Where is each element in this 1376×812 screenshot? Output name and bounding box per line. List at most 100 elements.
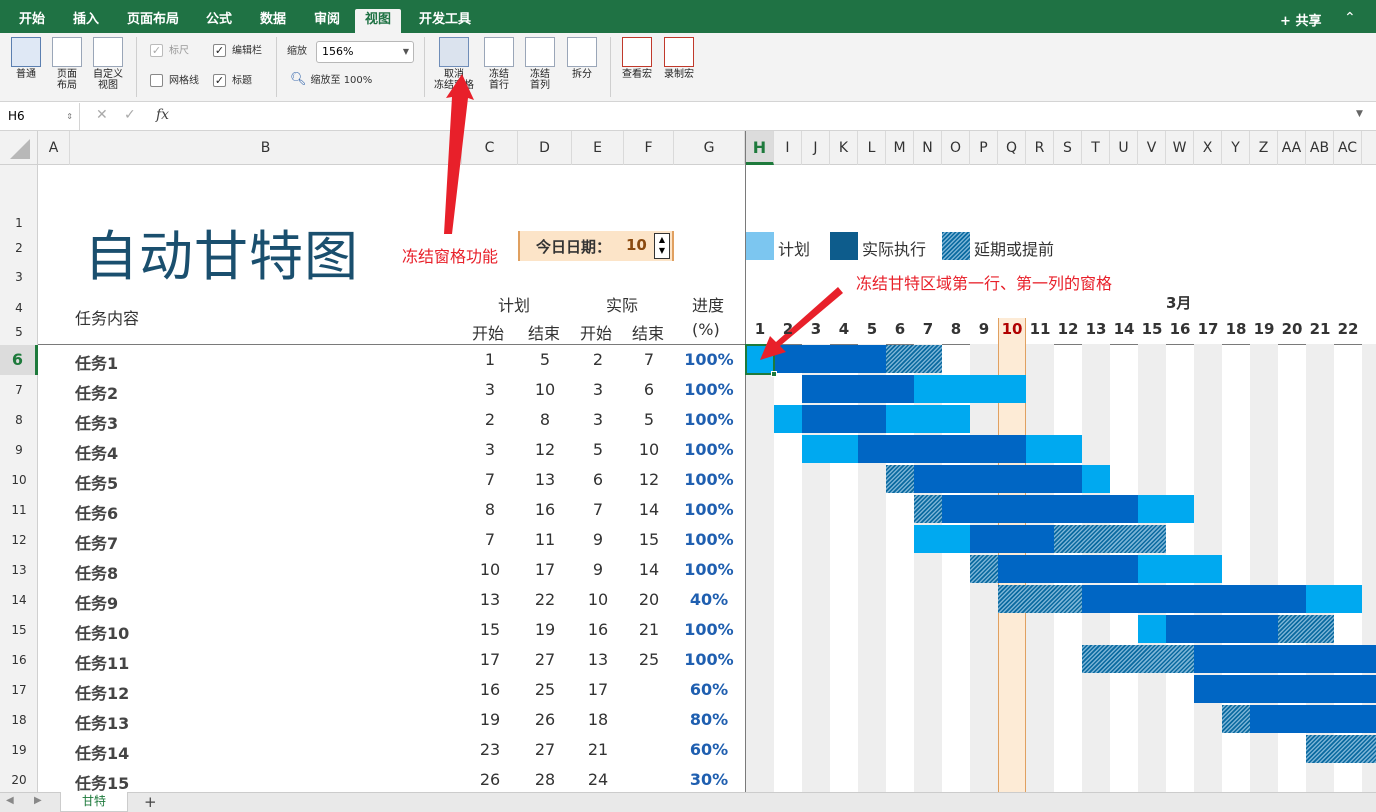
row-header[interactable]: 10 [0, 465, 38, 495]
row-header[interactable]: 18 [0, 705, 38, 735]
column-header[interactable]: D [518, 131, 572, 165]
progress-cell[interactable]: 60% [680, 740, 738, 759]
today-spin-button[interactable]: ▲ ▼ [654, 233, 670, 259]
plan-start-cell[interactable]: 7 [465, 470, 515, 489]
column-header[interactable]: F [624, 131, 674, 165]
task-name-cell[interactable]: 任务8 [75, 560, 118, 584]
task-name-cell[interactable]: 任务5 [75, 470, 118, 494]
normal-view-button[interactable]: 普通 [6, 37, 46, 80]
name-box[interactable]: H6 ⇕ [0, 103, 80, 130]
column-header[interactable]: AA [1278, 131, 1306, 165]
collapse-ribbon-icon[interactable]: ⌃ [1344, 10, 1356, 26]
plan-start-cell[interactable]: 10 [465, 560, 515, 579]
row-header[interactable]: 12 [0, 525, 38, 555]
actual-start-cell[interactable]: 3 [573, 410, 623, 429]
share-button[interactable]: + 共享 [1280, 10, 1321, 29]
column-header[interactable]: R [1026, 131, 1054, 165]
plan-start-cell[interactable]: 1 [465, 350, 515, 369]
task-name-cell[interactable]: 任务15 [75, 770, 129, 794]
plan-end-cell[interactable]: 27 [520, 740, 570, 759]
plan-end-cell[interactable]: 10 [520, 380, 570, 399]
column-header[interactable]: V [1138, 131, 1166, 165]
split-button[interactable]: 拆分 [565, 37, 599, 80]
row-header[interactable]: 16 [0, 645, 38, 675]
task-name-cell[interactable]: 任务3 [75, 410, 118, 434]
actual-end-cell[interactable]: 14 [624, 560, 674, 579]
plan-start-cell[interactable]: 3 [465, 440, 515, 459]
actual-end-cell[interactable]: 10 [624, 440, 674, 459]
expand-formula-icon[interactable]: ▼ [1356, 109, 1363, 119]
plan-start-cell[interactable]: 23 [465, 740, 515, 759]
progress-cell[interactable]: 100% [680, 410, 738, 429]
tab-formulas[interactable]: 公式 [196, 9, 242, 33]
row-header[interactable]: 3 [0, 267, 38, 287]
progress-cell[interactable]: 100% [680, 470, 738, 489]
fill-handle[interactable] [771, 371, 777, 377]
column-header[interactable]: P [970, 131, 998, 165]
plan-start-cell[interactable]: 15 [465, 620, 515, 639]
ruler-checkbox[interactable]: ✓ 标尺 [150, 44, 189, 59]
cancel-icon[interactable]: ✕ [96, 107, 108, 123]
task-name-cell[interactable]: 任务12 [75, 680, 129, 704]
task-name-cell[interactable]: 任务10 [75, 620, 129, 644]
unfreeze-panes-button[interactable]: 取消 冻结窗格 [430, 37, 478, 91]
plan-end-cell[interactable]: 16 [520, 500, 570, 519]
actual-start-cell[interactable]: 18 [573, 710, 623, 729]
column-header[interactable]: Z [1250, 131, 1278, 165]
plan-end-cell[interactable]: 19 [520, 620, 570, 639]
column-header[interactable]: S [1054, 131, 1082, 165]
column-header[interactable]: C [462, 131, 518, 165]
progress-cell[interactable]: 30% [680, 770, 738, 789]
row-header[interactable]: 5 [0, 322, 38, 342]
task-name-cell[interactable]: 任务11 [75, 650, 129, 674]
actual-start-cell[interactable]: 7 [573, 500, 623, 519]
column-header[interactable]: I [774, 131, 802, 165]
row-header[interactable]: 11 [0, 495, 38, 525]
actual-start-cell[interactable]: 16 [573, 620, 623, 639]
actual-start-cell[interactable]: 9 [573, 530, 623, 549]
actual-end-cell[interactable]: 6 [624, 380, 674, 399]
column-header[interactable]: N [914, 131, 942, 165]
tab-developer[interactable]: 开发工具 [410, 9, 480, 33]
plan-end-cell[interactable]: 13 [520, 470, 570, 489]
column-header[interactable]: H [746, 131, 774, 165]
column-header[interactable]: B [70, 131, 462, 165]
freeze-first-column-button[interactable]: 冻结 首列 [523, 37, 557, 91]
actual-start-cell[interactable]: 3 [573, 380, 623, 399]
tab-home[interactable]: 开始 [8, 9, 56, 33]
column-header[interactable]: J [802, 131, 830, 165]
task-name-cell[interactable]: 任务2 [75, 380, 118, 404]
actual-start-cell[interactable]: 5 [573, 440, 623, 459]
sheet-tab-gantt[interactable]: 甘特 [60, 792, 128, 812]
progress-cell[interactable]: 80% [680, 710, 738, 729]
row-header[interactable]: 4 [0, 298, 38, 318]
column-header[interactable]: Y [1222, 131, 1250, 165]
task-name-cell[interactable]: 任务1 [75, 350, 118, 374]
row-header[interactable]: 19 [0, 735, 38, 765]
column-header[interactable]: L [858, 131, 886, 165]
column-header[interactable]: K [830, 131, 858, 165]
row-header[interactable]: 7 [0, 375, 38, 405]
actual-start-cell[interactable]: 24 [573, 770, 623, 789]
task-name-cell[interactable]: 任务9 [75, 590, 118, 614]
column-header[interactable]: Q [998, 131, 1026, 165]
column-header[interactable]: O [942, 131, 970, 165]
column-header[interactable]: U [1110, 131, 1138, 165]
freeze-top-row-button[interactable]: 冻结 首行 [482, 37, 516, 91]
progress-cell[interactable]: 100% [680, 440, 738, 459]
select-all-corner[interactable] [0, 131, 38, 165]
plan-end-cell[interactable]: 26 [520, 710, 570, 729]
actual-end-cell[interactable]: 14 [624, 500, 674, 519]
today-value[interactable]: 10 [626, 236, 647, 254]
column-header[interactable]: W [1166, 131, 1194, 165]
plan-start-cell[interactable]: 8 [465, 500, 515, 519]
column-header[interactable]: A [38, 131, 70, 165]
row-header[interactable]: 14 [0, 585, 38, 615]
progress-cell[interactable]: 100% [680, 350, 738, 369]
task-name-cell[interactable]: 任务13 [75, 710, 129, 734]
plan-end-cell[interactable]: 25 [520, 680, 570, 699]
plan-end-cell[interactable]: 27 [520, 650, 570, 669]
actual-start-cell[interactable]: 21 [573, 740, 623, 759]
actual-end-cell[interactable]: 20 [624, 590, 674, 609]
task-name-cell[interactable]: 任务6 [75, 500, 118, 524]
